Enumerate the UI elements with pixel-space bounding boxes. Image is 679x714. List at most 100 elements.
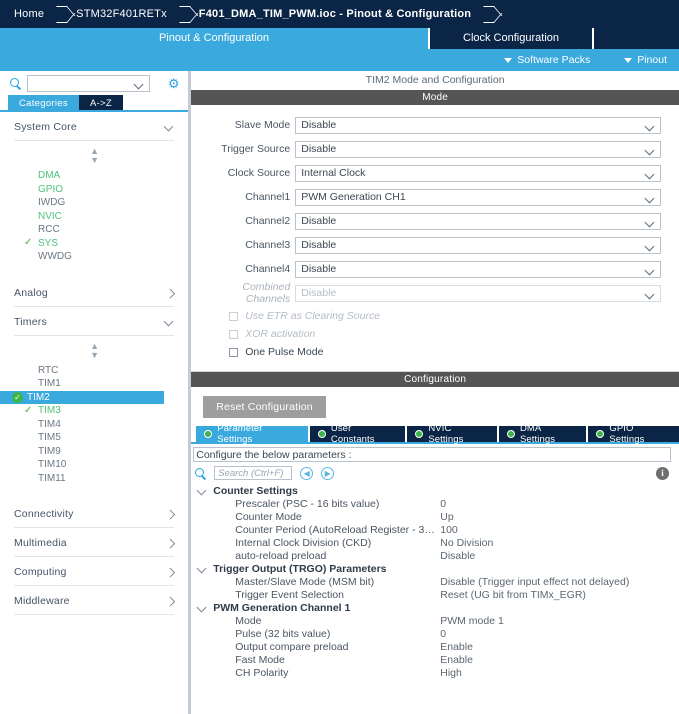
sidebar-category-analog[interactable]: Analog: [14, 278, 175, 307]
peripheral-label: WWDG: [38, 251, 72, 263]
sidebar-item-rtc[interactable]: RTC: [14, 364, 174, 378]
sidebar-category-timers[interactable]: Timers: [14, 307, 175, 336]
peripheral-label: GPIO: [38, 183, 64, 195]
tab-gpio-settings[interactable]: GPIO Settings: [588, 423, 679, 445]
chevron-down-icon: [197, 565, 207, 573]
row-channel3: Channel3 Disable: [205, 235, 661, 255]
select-channel2[interactable]: Disable: [295, 212, 661, 230]
sidebar-category-multimedia[interactable]: Multimedia: [14, 528, 175, 557]
search-next-button[interactable]: ▶: [321, 466, 335, 480]
table-row[interactable]: Pulse (32 bits value) 0: [195, 627, 673, 640]
info-icon[interactable]: i: [656, 466, 669, 480]
param-name: Trigger Event Selection: [235, 588, 344, 601]
sidebar-item-tim2[interactable]: ✓ TIM2: [0, 390, 164, 404]
param-name: Master/Slave Mode (MSM bit): [235, 575, 375, 588]
param-group-trigger-output[interactable]: Trigger Output (TRGO) Parameters: [195, 562, 673, 575]
row-slave-mode: Slave Mode Disable: [205, 115, 661, 135]
table-row[interactable]: CH Polarity High: [195, 666, 673, 679]
tab-parameter-settings[interactable]: Parameter Settings: [196, 423, 308, 445]
tab-clock-configuration[interactable]: Clock Configuration: [430, 28, 594, 49]
field-label: Channel1: [245, 191, 291, 203]
row-channel4: Channel4 Disable: [205, 259, 661, 279]
breadcrumb-item-project[interactable]: F401_DMA_TIM_PWM.ioc - Pinout & Configur…: [199, 0, 503, 28]
sidebar-category-connectivity[interactable]: Connectivity: [14, 499, 175, 528]
sidebar-item-tim1[interactable]: TIM1: [14, 377, 174, 391]
select-trigger-source[interactable]: Disable: [295, 140, 661, 158]
param-group-pwm-generation-channel-1[interactable]: PWM Generation Channel 1: [195, 601, 673, 614]
breadcrumb-label: F401_DMA_TIM_PWM.ioc - Pinout & Configur…: [198, 8, 472, 20]
sidebar-item-gpio[interactable]: GPIO: [14, 183, 174, 197]
table-row[interactable]: Internal Clock Division (CKD) No Divisio…: [195, 536, 673, 549]
breadcrumb-separator-icon: [483, 6, 494, 23]
sidebar-item-tim5[interactable]: TIM5: [14, 431, 174, 445]
peripheral-label: NVIC: [38, 210, 62, 222]
tab-a-to-z[interactable]: A->Z: [78, 95, 124, 110]
pinout-menu[interactable]: Pinout: [624, 54, 667, 66]
category-label: Timers: [14, 315, 47, 328]
sidebar-item-tim11[interactable]: TIM11: [14, 472, 174, 486]
sidebar-category-system-core[interactable]: System Core: [14, 112, 175, 141]
sidebar-item-iwdg[interactable]: IWDG: [14, 196, 174, 210]
pinout-toolbar: Software Packs Pinout: [0, 49, 679, 71]
table-row[interactable]: Counter Mode Up: [195, 510, 673, 523]
reset-configuration-button[interactable]: Reset Configuration: [203, 396, 326, 418]
table-row[interactable]: Mode PWM mode 1: [195, 614, 673, 627]
select-channel4[interactable]: Disable: [295, 260, 661, 278]
tab-dma-settings[interactable]: DMA Settings: [498, 423, 587, 445]
checkbox-row-one-pulse-mode[interactable]: One Pulse Mode: [205, 343, 661, 361]
sidebar-scroll-area[interactable]: System Core ▲ ▼ DMA GPIO IWDG NVIC RCC ✓…: [0, 112, 188, 714]
sidebar-item-rcc[interactable]: RCC: [14, 223, 174, 237]
peripheral-label: TIM10: [38, 459, 67, 471]
select-channel1[interactable]: PWM Generation CH1: [295, 188, 661, 206]
select-value: Disable: [301, 215, 337, 227]
sidebar-item-wwdg[interactable]: WWDG: [14, 250, 174, 264]
select-value: Disable: [301, 263, 337, 275]
select-clock-source[interactable]: Internal Clock: [295, 164, 661, 182]
tab-extra[interactable]: [594, 28, 679, 49]
sidebar-item-tim4[interactable]: TIM4: [14, 418, 174, 432]
checkbox-one-pulse-mode[interactable]: [229, 347, 239, 357]
table-row[interactable]: Master/Slave Mode (MSM bit) Disable (Tri…: [195, 575, 673, 588]
tab-nvic-settings[interactable]: NVIC Settings: [407, 423, 497, 445]
sidebar-item-sys[interactable]: ✓ SYS: [14, 237, 174, 251]
select-value: Disable: [301, 239, 337, 251]
sidebar-category-middleware[interactable]: Middleware: [14, 586, 175, 615]
search-prev-button[interactable]: ◀: [300, 466, 314, 480]
category-label: Middleware: [14, 595, 70, 607]
table-row[interactable]: auto-reload preload Disable: [195, 549, 673, 562]
gear-icon[interactable]: ⚙: [167, 77, 180, 90]
select-slave-mode[interactable]: Disable: [295, 116, 661, 134]
table-row[interactable]: Output compare preload Enable: [195, 640, 673, 653]
field-label: Channel3: [245, 239, 291, 251]
param-name: CH Polarity: [235, 666, 289, 679]
row-combined-channels: Combined Channels Disable: [205, 281, 661, 305]
sidebar-search-input[interactable]: [27, 74, 150, 92]
parameter-tree: Counter Settings Prescaler (PSC - 16 bit…: [191, 484, 679, 696]
param-name: auto-reload preload: [235, 549, 327, 562]
select-channel3[interactable]: Disable: [295, 236, 661, 254]
table-row[interactable]: Trigger Event Selection Reset (UG bit fr…: [195, 588, 673, 601]
tab-user-constants[interactable]: User Constants: [309, 423, 406, 445]
mode-section: Slave Mode Disable Trigger Source Disabl…: [191, 105, 679, 372]
chevron-down-icon: [646, 291, 655, 296]
table-row[interactable]: Prescaler (PSC - 16 bits value) 0: [195, 497, 673, 510]
sidebar-item-tim3[interactable]: ✓ TIM3: [14, 404, 174, 418]
search-icon: [195, 467, 206, 479]
table-row[interactable]: Fast Mode Enable: [195, 653, 673, 666]
tab-categories[interactable]: Categories: [8, 95, 79, 110]
software-packs-menu[interactable]: Software Packs: [504, 54, 590, 66]
param-group-counter-settings[interactable]: Counter Settings: [195, 484, 673, 497]
breadcrumb-item-device[interactable]: STM32F401RETx: [76, 0, 199, 28]
chevron-down-icon: [646, 195, 655, 200]
tab-pinout-configuration[interactable]: Pinout & Configuration: [0, 28, 430, 49]
parameter-search-input[interactable]: Search (Ctrl+F): [214, 466, 293, 480]
sidebar-item-dma[interactable]: DMA: [14, 169, 174, 183]
peripheral-label: TIM1: [38, 378, 61, 390]
table-row[interactable]: Counter Period (AutoReload Register - 32…: [195, 523, 673, 536]
sidebar-item-tim9[interactable]: TIM9: [14, 445, 174, 459]
peripheral-label: DMA: [38, 170, 61, 182]
sidebar-category-computing[interactable]: Computing: [14, 557, 175, 586]
breadcrumb-item-home[interactable]: Home: [14, 0, 76, 28]
sidebar-item-tim10[interactable]: TIM10: [14, 458, 174, 472]
sidebar-item-nvic[interactable]: NVIC: [14, 210, 174, 224]
